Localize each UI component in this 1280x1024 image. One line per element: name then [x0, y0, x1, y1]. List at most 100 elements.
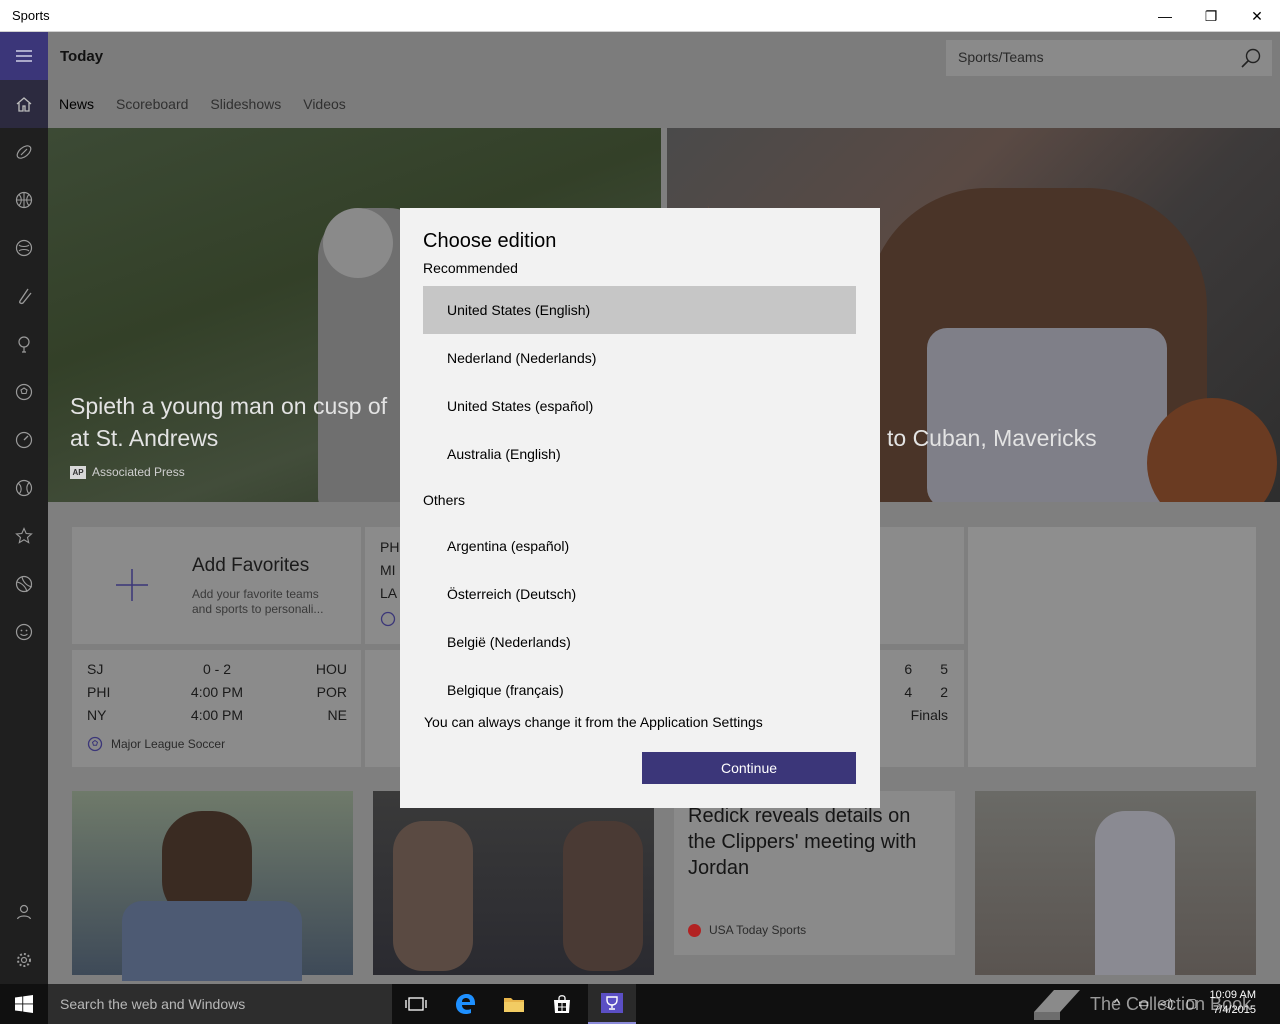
home-team: PHI [87, 684, 111, 700]
photo-story-baseball[interactable] [975, 791, 1256, 975]
score-value: 2 [940, 684, 948, 700]
more-sports-icon[interactable] [0, 560, 48, 608]
home-icon[interactable] [0, 80, 48, 128]
start-button[interactable] [0, 984, 48, 1024]
edition-option-label: Australia (English) [447, 446, 561, 462]
photo-story-basketball[interactable] [373, 791, 654, 975]
away-team: POR [316, 684, 347, 700]
hero-photo-golfer-head [323, 208, 393, 278]
favorites-star-icon[interactable] [0, 512, 48, 560]
edition-option-belgie[interactable]: België (Nederlands) [423, 618, 856, 666]
edition-option-label: België (Nederlands) [447, 634, 571, 650]
score-value: 5 [940, 661, 948, 677]
search-box[interactable]: Sports/Teams [946, 40, 1272, 76]
edition-option-nederland[interactable]: Nederland (Nederlands) [423, 334, 856, 382]
soccer-ball-icon [87, 736, 103, 752]
home-team: SJ [87, 661, 104, 677]
edition-option-label: United States (español) [447, 398, 594, 414]
tab-videos[interactable]: Videos [303, 96, 346, 112]
score-row: SJ 0 - 2 HOU [87, 661, 347, 677]
edge-browser-icon[interactable] [442, 984, 490, 1024]
hockey-icon[interactable] [0, 272, 48, 320]
hero-left-headline-line2: at St. Andrews [70, 425, 219, 451]
tab-slideshows[interactable]: Slideshows [210, 96, 281, 112]
settings-note: You can always change it from the Applic… [424, 714, 763, 730]
hero-photo-jersey [927, 328, 1167, 502]
account-icon[interactable] [0, 888, 48, 936]
add-favorites-title: Add Favorites [192, 555, 310, 576]
article-source-name: USA Today Sports [709, 923, 807, 937]
taskbar-search-box[interactable]: Search the web and Windows [48, 984, 392, 1024]
clock-date: 7/4/2015 [1213, 1004, 1256, 1016]
football-icon[interactable] [0, 128, 48, 176]
league-name: Major League Soccer [111, 737, 226, 751]
file-explorer-icon[interactable] [490, 984, 538, 1024]
fun-face-icon[interactable] [0, 608, 48, 656]
hero-right-headline: to Cuban, Mavericks [887, 425, 1097, 451]
game-time: 4:00 PM [190, 707, 244, 723]
ap-logo-icon: AP [70, 465, 86, 479]
page-title: Today [60, 48, 104, 65]
tab-news[interactable]: News [59, 96, 94, 112]
edition-option-label: Österreich (Deutsch) [447, 586, 577, 602]
network-icon[interactable]: ▭ [1138, 996, 1149, 1010]
hero-left-headline: Spieth a young man on cusp of at St. And… [70, 390, 387, 454]
app-title: Sports [12, 8, 50, 23]
edition-option-belgique[interactable]: Belgique (français) [423, 666, 856, 714]
basketball-icon[interactable] [0, 176, 48, 224]
baseball-league-icon [380, 611, 396, 627]
clock-time: 10:09 AM [1209, 989, 1256, 1001]
close-button[interactable]: ✕ [1234, 0, 1280, 32]
section-tabs: News Scoreboard Slideshows Videos [59, 96, 346, 112]
racing-icon[interactable] [0, 416, 48, 464]
game-time: 4:00 PM [190, 684, 244, 700]
baseball-icon[interactable] [0, 224, 48, 272]
page-header: Today Sports/Teams News Scoreboard Slide… [48, 32, 1280, 128]
article-tile-redick[interactable]: Redick reveals details on the Clippers' … [674, 791, 955, 955]
choose-edition-dialog: Choose edition Recommended United States… [400, 208, 880, 808]
edition-option-label: United States (English) [447, 302, 591, 318]
task-view-icon[interactable] [392, 984, 440, 1024]
edition-option-australia[interactable]: Australia (English) [423, 430, 856, 478]
minimize-button[interactable]: — [1142, 0, 1188, 32]
edition-option-argentina[interactable]: Argentina (español) [423, 522, 856, 570]
home-team: NY [87, 707, 107, 723]
golf-icon[interactable] [0, 320, 48, 368]
sports-app-taskbar-icon[interactable] [588, 984, 636, 1024]
title-bar: Sports — ❐ ✕ [0, 0, 1280, 32]
edition-option-osterreich[interactable]: Österreich (Deutsch) [423, 570, 856, 618]
article-headline: Redick reveals details on the Clippers' … [688, 805, 917, 879]
taskbar: Search the web and Windows The Collectio… [0, 984, 1280, 1024]
volume-icon[interactable]: ◁) [1160, 996, 1173, 1010]
article-source: USA Today Sports [688, 923, 806, 937]
tab-scoreboard[interactable]: Scoreboard [116, 96, 188, 112]
action-center-icon[interactable]: ▢ [1186, 996, 1197, 1010]
player-right-photo [563, 821, 643, 971]
soccer-icon[interactable] [0, 368, 48, 416]
system-clock[interactable]: 10:09 AM 7/4/2015 [1210, 988, 1256, 1018]
settings-gear-icon[interactable] [0, 936, 48, 984]
photo-story-football[interactable] [72, 791, 353, 981]
hamburger-menu-icon[interactable] [0, 32, 48, 80]
batter-photo [1095, 811, 1175, 975]
edition-option-label: Argentina (español) [447, 538, 570, 554]
add-favorites-tile[interactable]: Add Favorites Add your favorite teams an… [72, 527, 361, 644]
book-logo-icon [1034, 990, 1080, 1020]
up-arrow-icon[interactable]: ^ [1114, 996, 1120, 1010]
others-section-label: Others [423, 492, 466, 508]
mls-scores-tile[interactable]: SJ 0 - 2 HOU PHI 4:00 PM POR NY 4:00 PM … [72, 650, 361, 767]
score-values-row: 6 5 [904, 661, 948, 677]
edition-option-united-states-espanol[interactable]: United States (español) [423, 382, 856, 430]
store-icon[interactable] [538, 984, 586, 1024]
tennis-icon[interactable] [0, 464, 48, 512]
restore-button[interactable]: ❐ [1188, 0, 1234, 32]
search-icon[interactable] [1240, 47, 1262, 69]
score-row: PHI 4:00 PM POR [87, 684, 347, 700]
search-input[interactable]: Sports/Teams [958, 49, 1044, 65]
recommended-section-label: Recommended [423, 260, 518, 276]
hero-left-source-name: Associated Press [92, 465, 185, 479]
plus-icon [116, 569, 148, 601]
edition-option-united-states-english[interactable]: United States (English) [423, 286, 856, 334]
usa-today-logo-icon [688, 923, 701, 937]
continue-button[interactable]: Continue [642, 752, 856, 784]
